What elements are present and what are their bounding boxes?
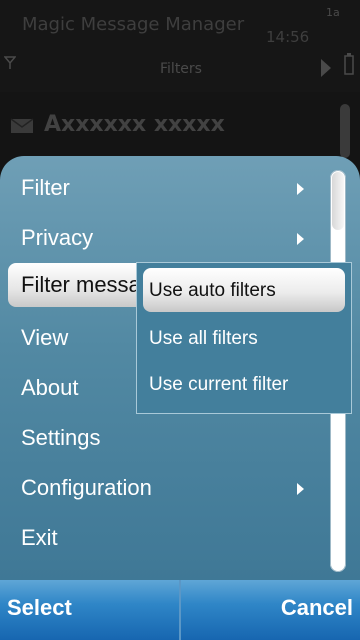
menu-item-label: View	[21, 325, 69, 350]
submenu-item-use-all-filters[interactable]: Use all filters	[137, 315, 351, 361]
submenu-item-use-auto-filters[interactable]: Use auto filters	[143, 268, 345, 312]
menu-item-label: Settings	[21, 425, 101, 450]
submenu-arrow-icon	[297, 183, 304, 195]
app-title: Magic Message Manager	[22, 14, 245, 35]
select-softkey-label: Select	[7, 595, 72, 620]
background-list-item: Axxxxxx xxxxx	[44, 112, 225, 137]
menu-item-exit[interactable]: Exit	[0, 514, 330, 564]
battery-icon	[344, 53, 354, 75]
menu-item-filter[interactable]: Filter	[0, 164, 330, 214]
menu-scroll-thumb[interactable]	[332, 172, 344, 230]
menu-item-privacy[interactable]: Privacy	[0, 214, 330, 264]
select-softkey[interactable]: Select	[0, 580, 179, 640]
submenu-item-label: Use auto filters	[149, 280, 276, 301]
svg-text:1a: 1a	[326, 6, 340, 18]
menu-item-label: Filter messages	[21, 272, 144, 297]
menu-item-configuration[interactable]: Configuration	[0, 464, 330, 514]
submenu-arrow-icon	[297, 233, 304, 245]
background-scrollbar	[340, 104, 350, 158]
submenu-arrow-icon	[297, 483, 304, 495]
menu-item-label: Configuration	[21, 475, 152, 500]
filter-messages-submenu: Use auto filters Use all filters Use cur…	[136, 262, 352, 414]
menu-item-label: Filter	[21, 175, 70, 200]
view-title: Filters	[160, 61, 202, 77]
menu-item-filter-messages[interactable]: Filter messages	[8, 263, 144, 307]
menu-item-label: Exit	[21, 525, 58, 550]
submenu-item-use-current-filter[interactable]: Use current filter	[137, 361, 351, 407]
cancel-softkey[interactable]: Cancel	[181, 580, 360, 640]
softkey-bar: Select Cancel	[0, 580, 360, 640]
menu-item-label: About	[21, 375, 79, 400]
signal-icon	[4, 56, 16, 69]
status-bar: Magic Message Manager 1a 14:56 Filters	[0, 0, 360, 92]
menu-item-label: Privacy	[21, 225, 94, 250]
arrow-right-icon[interactable]	[320, 58, 332, 78]
submenu-item-label: Use all filters	[149, 328, 258, 349]
cancel-softkey-label: Cancel	[280, 595, 353, 620]
menu-item-settings[interactable]: Settings	[0, 414, 330, 464]
message-icon	[10, 118, 34, 133]
submenu-item-label: Use current filter	[149, 374, 289, 395]
clock: 14:56	[266, 28, 310, 46]
